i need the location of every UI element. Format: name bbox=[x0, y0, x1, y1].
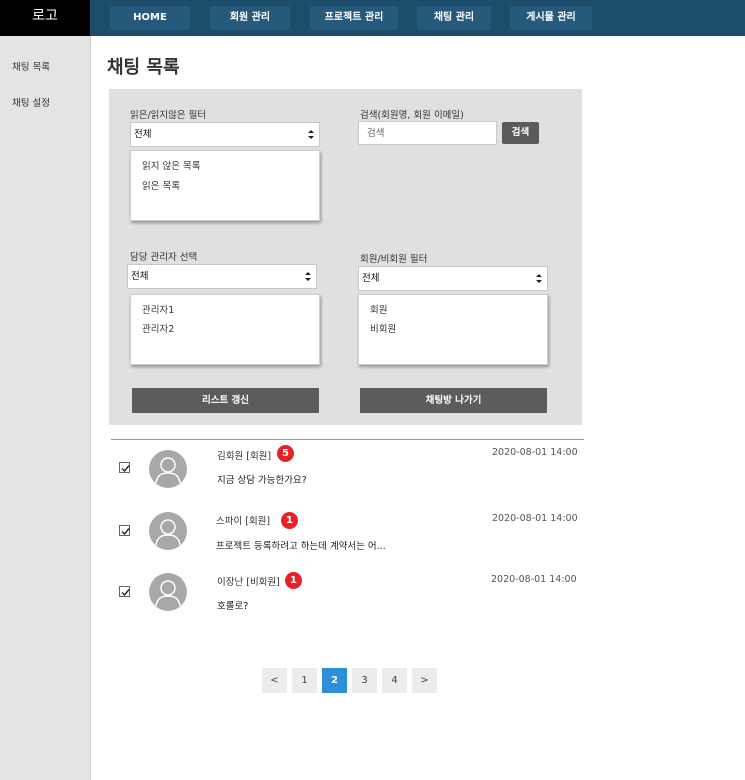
member-filter-option-member[interactable]: 회원 bbox=[370, 302, 387, 316]
list-divider bbox=[111, 439, 584, 440]
leave-chatroom-button[interactable]: 채팅방 나가기 bbox=[360, 388, 547, 413]
nav-tab-chat-management[interactable]: 채팅 관리 bbox=[417, 6, 491, 30]
chat-user-name: 스파이 [회원] bbox=[216, 516, 271, 527]
chat-timestamp: 2020-08-01 14:00 bbox=[492, 447, 578, 458]
user-silhouette-icon bbox=[155, 457, 181, 484]
refresh-list-button[interactable]: 리스트 갱신 bbox=[132, 388, 319, 413]
filter-panel: 읽은/읽지않은 필터 전체 읽지 않은 목록 읽은 목록 검색(회원명, 회원 … bbox=[109, 89, 582, 425]
member-filter-select[interactable]: 전체 bbox=[358, 266, 548, 291]
avatar bbox=[149, 573, 187, 611]
pagination-page-3[interactable]: 3 bbox=[352, 668, 377, 693]
sidebar-item-chat-list[interactable]: 채팅 목록 bbox=[12, 59, 50, 73]
chat-row[interactable]: 스파이 [회원] 1 프로젝트 등록하려고 하는데 계약서는 어... 2020… bbox=[111, 510, 584, 570]
nav-tab-home[interactable]: HOME bbox=[110, 6, 190, 30]
chat-timestamp: 2020-08-01 14:00 bbox=[492, 513, 578, 524]
nav-tab-member-management[interactable]: 회원 관리 bbox=[210, 6, 290, 30]
pagination-page-2-current[interactable]: 2 bbox=[322, 668, 347, 693]
user-silhouette-icon bbox=[155, 580, 181, 607]
chat-row[interactable]: 이장난 [비회원] 1 호롤로? 2020-08-01 14:00 bbox=[111, 571, 584, 631]
sidebar: 채팅 목록 채팅 설정 bbox=[0, 36, 91, 780]
manager-option-1[interactable]: 관리자1 bbox=[142, 302, 174, 316]
manager-select[interactable]: 전체 bbox=[127, 264, 317, 289]
search-input[interactable] bbox=[358, 121, 497, 145]
sidebar-item-chat-settings[interactable]: 채팅 설정 bbox=[12, 95, 50, 109]
chat-user-name: 김회원 [회원] bbox=[217, 451, 272, 462]
manager-selected: 전체 bbox=[131, 271, 149, 282]
search-label: 검색(회원명, 회원 이메일) bbox=[360, 110, 464, 121]
avatar bbox=[149, 512, 187, 550]
member-filter-option-nonmember[interactable]: 비회원 bbox=[370, 321, 396, 335]
unread-count-badge: 5 bbox=[277, 445, 294, 462]
page-title: 채팅 목록 bbox=[107, 57, 180, 78]
read-filter-label: 읽은/읽지않은 필터 bbox=[130, 110, 207, 121]
logo[interactable]: 로고 bbox=[0, 0, 90, 36]
chat-last-message: 지금 상담 가능한가요? bbox=[217, 475, 307, 486]
chat-last-message: 프로젝트 등록하려고 하는데 계약서는 어... bbox=[216, 541, 386, 552]
pagination-prev-button[interactable]: < bbox=[262, 668, 287, 693]
select-arrows-icon bbox=[536, 274, 542, 283]
chat-row[interactable]: 김회원 [회원] 5 지금 상담 가능한가요? 2020-08-01 14:00 bbox=[111, 444, 584, 504]
manager-options: 관리자1 관리자2 bbox=[130, 294, 320, 365]
chat-row-checkbox[interactable] bbox=[119, 525, 130, 536]
user-silhouette-icon bbox=[155, 519, 181, 546]
read-filter-options: 읽지 않은 목록 읽은 목록 bbox=[130, 150, 320, 221]
member-filter-options: 회원 비회원 bbox=[358, 294, 548, 365]
unread-count-badge: 1 bbox=[285, 572, 302, 589]
nav-tab-project-management[interactable]: 프로젝트 관리 bbox=[310, 6, 398, 30]
read-filter-option-unread[interactable]: 읽지 않은 목록 bbox=[142, 158, 200, 172]
nav-tab-post-management[interactable]: 게시물 관리 bbox=[510, 6, 592, 30]
pagination-page-1[interactable]: 1 bbox=[292, 668, 317, 693]
avatar bbox=[149, 450, 187, 488]
member-filter-label: 회원/비회원 필터 bbox=[360, 254, 428, 265]
chat-last-message: 호롤로? bbox=[217, 601, 249, 612]
checkmark-icon bbox=[121, 465, 130, 473]
member-filter-selected: 전체 bbox=[362, 273, 380, 284]
chat-row-checkbox[interactable] bbox=[119, 586, 130, 597]
chat-user-name: 이장난 [비회원] bbox=[217, 577, 280, 588]
read-filter-selected: 전체 bbox=[134, 129, 152, 140]
manager-option-2[interactable]: 관리자2 bbox=[142, 321, 174, 335]
pagination-next-button[interactable]: > bbox=[412, 668, 437, 693]
chat-row-checkbox[interactable] bbox=[119, 462, 130, 473]
unread-count-badge: 1 bbox=[281, 512, 298, 529]
select-arrows-icon bbox=[305, 272, 311, 281]
checkmark-icon bbox=[121, 589, 130, 597]
checkmark-icon bbox=[121, 528, 130, 536]
manager-select-label: 담당 관리자 선택 bbox=[130, 252, 198, 263]
select-arrows-icon bbox=[308, 130, 314, 139]
search-button[interactable]: 검색 bbox=[502, 122, 539, 144]
read-filter-option-read[interactable]: 읽은 목록 bbox=[142, 178, 180, 192]
top-navigation-bar: 로고 HOME 회원 관리 프로젝트 관리 채팅 관리 게시물 관리 bbox=[0, 0, 745, 36]
read-filter-select[interactable]: 전체 bbox=[130, 122, 320, 147]
pagination-page-4[interactable]: 4 bbox=[382, 668, 407, 693]
chat-timestamp: 2020-08-01 14:00 bbox=[491, 574, 577, 585]
